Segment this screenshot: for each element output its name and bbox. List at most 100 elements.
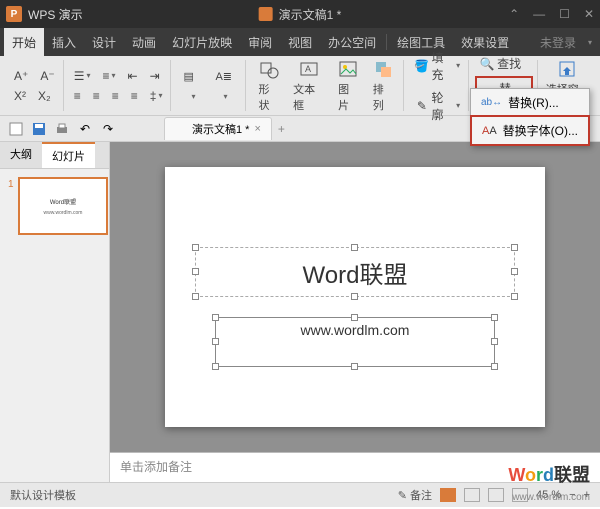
bullets-button[interactable]: ☰▾ <box>70 67 95 85</box>
replace-small-icon: ab↔ <box>481 97 502 108</box>
handle[interactable] <box>212 338 219 345</box>
ribbon-toggle-icon[interactable]: ⌃ <box>509 7 519 21</box>
handle[interactable] <box>212 314 219 321</box>
doc-tab-close-icon[interactable]: × <box>254 123 260 135</box>
replace-dropdown: ab↔ 替换(R)... AA 替换字体(O)... <box>470 88 590 146</box>
reading-view-button[interactable] <box>488 488 504 502</box>
textbox-align-button[interactable]: ▤▾ <box>177 60 209 111</box>
slide-title-text: Word联盟 <box>303 255 408 290</box>
handle[interactable] <box>192 244 199 251</box>
save-button[interactable] <box>29 119 49 139</box>
menu-view[interactable]: 视图 <box>280 28 320 56</box>
maximize-button[interactable]: ☐ <box>559 7 570 21</box>
fill-button[interactable]: 🪣 填充▾ <box>410 47 464 85</box>
normal-view-button[interactable] <box>440 488 456 502</box>
line-spacing-button[interactable]: ‡▾ <box>146 87 167 105</box>
doc-title: 演示文稿1 * <box>279 6 342 23</box>
textbox-button[interactable]: A 文本框 <box>287 60 330 111</box>
notes-toggle[interactable]: ✎ 备注 <box>398 487 432 503</box>
handle[interactable] <box>351 293 358 300</box>
handle[interactable] <box>511 244 518 251</box>
title-textbox[interactable]: Word联盟 <box>195 247 515 297</box>
login-dropdown-icon[interactable]: ▾ <box>588 38 592 47</box>
align-right-button[interactable]: ≡ <box>108 87 123 105</box>
slides-tab[interactable]: 幻灯片 <box>42 142 95 168</box>
find-icon: 🔍 <box>479 56 495 72</box>
menu-slideshow[interactable]: 幻灯片放映 <box>164 28 240 56</box>
decrease-indent-button[interactable]: ⇤ <box>124 67 142 85</box>
numbering-button[interactable]: ≡▾ <box>98 67 119 85</box>
menu-office[interactable]: 办公空间 <box>320 28 384 56</box>
minimize-button[interactable]: — <box>533 7 545 21</box>
new-button[interactable] <box>6 119 26 139</box>
template-label: 默认设计模板 <box>10 487 76 503</box>
title-bar: P WPS 演示 演示文稿1 * ⌃ — ☐ ✕ <box>0 0 600 28</box>
increase-indent-button[interactable]: ⇥ <box>146 67 164 85</box>
shapes-button[interactable]: 形状 <box>252 60 285 111</box>
slide-subtitle-text: www.wordlm.com <box>301 322 410 338</box>
new-tab-button[interactable]: + <box>278 122 285 136</box>
app-icon: P <box>6 6 22 22</box>
document-tab[interactable]: 演示文稿1 * × <box>164 117 272 140</box>
menu-review[interactable]: 审阅 <box>240 28 280 56</box>
handle[interactable] <box>351 363 358 370</box>
superscript-button[interactable]: X² <box>10 87 30 105</box>
menu-insert[interactable]: 插入 <box>44 28 84 56</box>
thumbnail-number: 1 <box>8 179 14 190</box>
align-justify-button[interactable]: ≡ <box>127 87 142 105</box>
align-left-button[interactable]: ≡ <box>70 87 85 105</box>
handle[interactable] <box>351 314 358 321</box>
align-center-button[interactable]: ≡ <box>89 87 104 105</box>
arrange-button[interactable]: 排列 <box>367 60 400 111</box>
handle[interactable] <box>192 268 199 275</box>
handle[interactable] <box>491 314 498 321</box>
select-pane-icon <box>557 59 577 79</box>
thumb-subtitle: www.wordlm.com <box>44 210 83 216</box>
svg-text:A: A <box>305 64 311 74</box>
menu-animation[interactable]: 动画 <box>124 28 164 56</box>
close-button[interactable]: ✕ <box>584 7 594 21</box>
handle[interactable] <box>511 268 518 275</box>
menu-separator <box>386 34 387 50</box>
handle[interactable] <box>511 293 518 300</box>
notes-placeholder: 单击添加备注 <box>120 460 192 474</box>
handle[interactable] <box>351 244 358 251</box>
textbox-align-icon: ▤ <box>183 70 203 90</box>
handle[interactable] <box>192 293 199 300</box>
slide-canvas: Word联盟 www.wordlm.com 单击添加备注 <box>110 142 600 482</box>
arrange-icon <box>373 59 393 79</box>
app-name: WPS 演示 <box>28 6 83 23</box>
handle[interactable] <box>212 363 219 370</box>
font-decrease-button[interactable]: A⁻ <box>36 67 58 85</box>
doc-tab-icon <box>175 123 187 135</box>
picture-icon <box>338 59 358 79</box>
slide-thumbnail[interactable]: Word联盟 www.wordlm.com <box>18 177 108 235</box>
dropdown-replace[interactable]: ab↔ 替换(R)... <box>471 89 589 116</box>
shapes-icon <box>259 59 279 79</box>
login-status[interactable]: 未登录 <box>532 34 584 51</box>
sorter-view-button[interactable] <box>464 488 480 502</box>
undo-button[interactable]: ↶ <box>75 119 95 139</box>
slide[interactable]: Word联盟 www.wordlm.com <box>165 167 545 427</box>
handle[interactable] <box>491 338 498 345</box>
textbox-icon: A <box>299 59 319 79</box>
menu-home[interactable]: 开始 <box>4 28 44 56</box>
text-direction-button[interactable]: A≣▾ <box>209 60 241 111</box>
handle[interactable] <box>491 363 498 370</box>
print-button[interactable] <box>52 119 72 139</box>
fill-icon: 🪣 <box>414 58 429 74</box>
main-area: 大纲 幻灯片 1 Word联盟 www.wordlm.com Word联盟 <box>0 142 600 482</box>
outline-button[interactable]: ✎ 轮廓▾ <box>410 87 464 125</box>
picture-button[interactable]: 图片 <box>332 60 365 111</box>
outline-tab[interactable]: 大纲 <box>0 142 42 168</box>
subscript-button[interactable]: X₂ <box>34 87 55 105</box>
font-increase-button[interactable]: A⁺ <box>10 67 32 85</box>
doc-icon <box>259 7 273 21</box>
watermark-logo: Word联盟 <box>508 461 590 487</box>
menu-design[interactable]: 设计 <box>84 28 124 56</box>
thumb-title: Word联盟 <box>50 197 76 206</box>
subtitle-textbox[interactable]: www.wordlm.com <box>215 317 495 367</box>
redo-button[interactable]: ↷ <box>98 119 118 139</box>
find-button[interactable]: 🔍 查找 <box>475 53 533 74</box>
dropdown-replace-font[interactable]: AA 替换字体(O)... <box>470 115 590 146</box>
